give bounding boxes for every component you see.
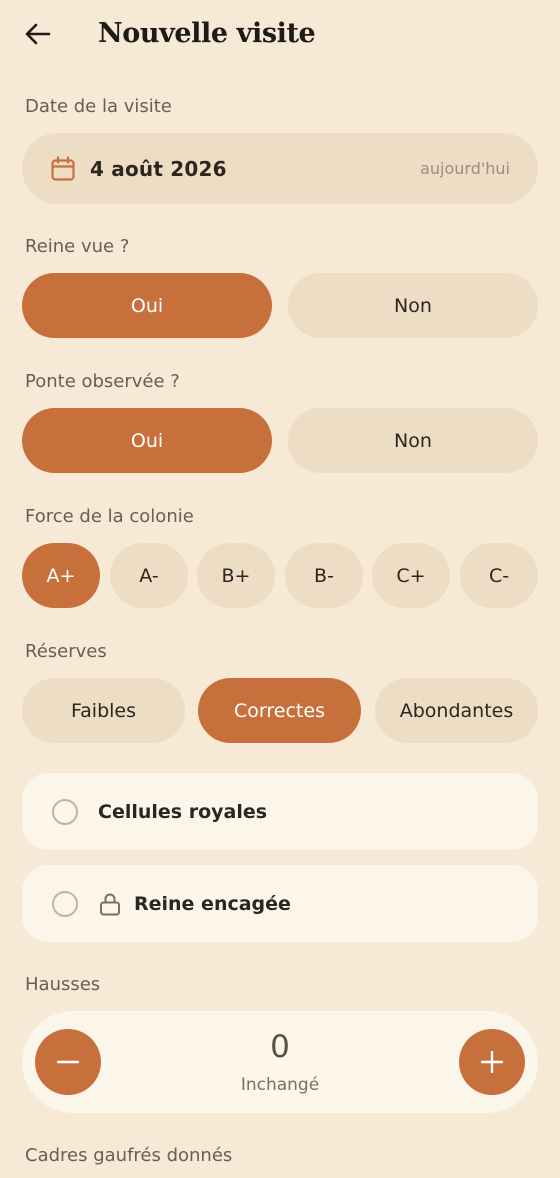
supers-stepper: 0 Inchangé <box>22 1011 538 1113</box>
reserves-option-correctes[interactable]: Correctes <box>198 678 361 743</box>
plus-icon <box>481 1051 503 1073</box>
royal-cells-toggle[interactable]: Cellules royales <box>22 773 538 850</box>
strength-option-c-plus[interactable]: C+ <box>372 543 450 608</box>
calendar-icon <box>50 155 76 182</box>
supers-status: Inchangé <box>240 1075 320 1095</box>
arrow-left-icon <box>25 23 51 45</box>
reserves-option-faibles[interactable]: Faibles <box>22 678 185 743</box>
date-picker-field[interactable]: 4 août 2026 aujourd'hui <box>22 133 538 204</box>
supers-label: Hausses <box>25 974 101 995</box>
laying-label: Ponte observée ? <box>25 371 180 392</box>
date-label: Date de la visite <box>25 96 172 117</box>
strength-option-a-minus[interactable]: A- <box>110 543 188 608</box>
royal-cells-radio[interactable] <box>52 798 78 825</box>
supers-increment-button[interactable] <box>459 1029 525 1095</box>
lock-icon <box>98 892 122 916</box>
queen-seen-yes-button[interactable]: Oui <box>22 273 272 338</box>
strength-label: Force de la colonie <box>25 506 194 527</box>
royal-cells-label: Cellules royales <box>98 800 268 823</box>
queen-caged-label: Reine encagée <box>134 892 291 915</box>
back-button[interactable] <box>18 14 58 54</box>
date-value: 4 août 2026 <box>90 156 227 181</box>
strength-option-c-minus[interactable]: C- <box>460 543 538 608</box>
frames-label: Cadres gaufrés donnés <box>25 1145 233 1166</box>
reserves-option-abondantes[interactable]: Abondantes <box>375 678 538 743</box>
strength-option-b-plus[interactable]: B+ <box>197 543 275 608</box>
laying-yes-button[interactable]: Oui <box>22 408 272 473</box>
strength-option-a-plus[interactable]: A+ <box>22 543 100 608</box>
queen-caged-radio[interactable] <box>52 890 78 917</box>
laying-no-button[interactable]: Non <box>288 408 538 473</box>
queen-seen-label: Reine vue ? <box>25 236 130 257</box>
queen-seen-no-button[interactable]: Non <box>288 273 538 338</box>
reserves-label: Réserves <box>25 641 107 662</box>
queen-caged-toggle[interactable]: Reine encagée <box>22 865 538 942</box>
today-hint: aujourd'hui <box>420 159 510 178</box>
strength-option-b-minus[interactable]: B- <box>285 543 363 608</box>
page-title: Nouvelle visite <box>98 18 316 49</box>
